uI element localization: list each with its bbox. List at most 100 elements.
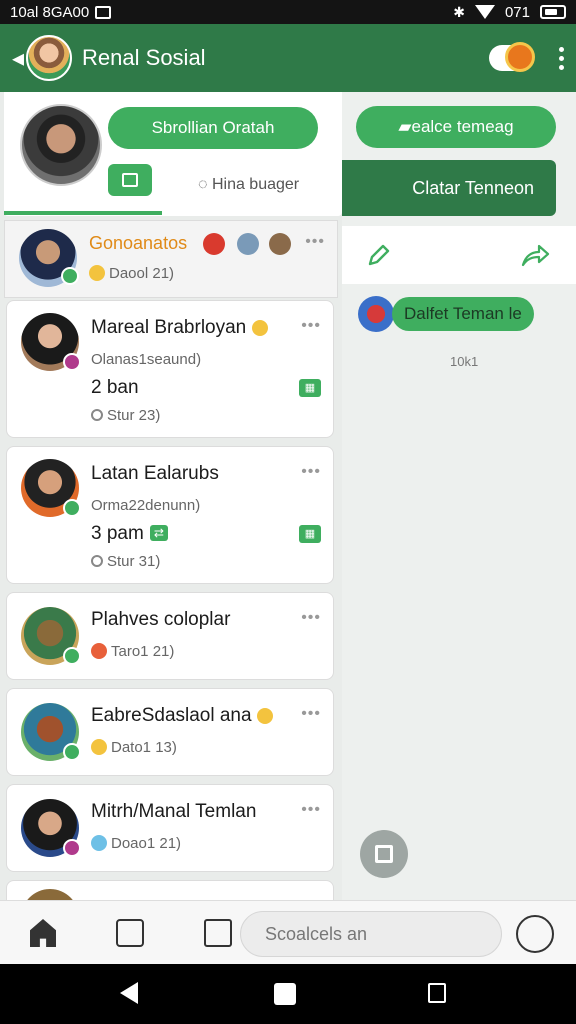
contact-name: EabreSdaslaol ana bbox=[91, 705, 277, 727]
compose-icon bbox=[375, 845, 393, 863]
back-arrow-icon[interactable]: ◂ bbox=[12, 44, 24, 73]
contact-name: Mitrh/Manal Temlan bbox=[91, 801, 257, 822]
notification-icon bbox=[95, 5, 112, 19]
more-options-icon[interactable]: ••• bbox=[301, 609, 321, 627]
compose-fab[interactable] bbox=[360, 830, 408, 878]
app-bar: ◂ Renal Sosial bbox=[0, 24, 576, 92]
bluetooth-icon: ✱ bbox=[453, 3, 465, 20]
tab-indicator bbox=[4, 211, 162, 215]
emoji-icon bbox=[91, 835, 107, 851]
more-options-icon[interactable]: ••• bbox=[301, 801, 321, 819]
member-avatar bbox=[237, 233, 259, 255]
toggle-knob-icon bbox=[505, 42, 535, 72]
contact-card[interactable]: Gonoanatos ••• Daool 21) bbox=[4, 220, 338, 298]
status-toggle[interactable] bbox=[489, 42, 535, 72]
profile-avatar[interactable] bbox=[26, 35, 73, 81]
chat-chip[interactable]: Dalfet Teman le bbox=[358, 296, 534, 332]
top-action-button[interactable]: ▰ ealce temeag bbox=[356, 106, 556, 148]
clock: 071 bbox=[504, 3, 530, 21]
chat-avatar bbox=[358, 296, 394, 332]
online-badge bbox=[63, 353, 81, 371]
emoji-icon bbox=[91, 739, 107, 755]
status-bar: 10al 8GA00 ✱ 071 bbox=[0, 0, 576, 24]
carrier-text: 10al 8GA00 bbox=[10, 3, 90, 21]
contact-card[interactable]: Mitrh/Manal Temlan ••• Doao1 21) bbox=[6, 784, 334, 872]
contact-name: Latan Ealarubs bbox=[91, 463, 219, 484]
user-avatar[interactable] bbox=[20, 104, 102, 186]
message-button[interactable] bbox=[108, 164, 152, 196]
emoji-icon bbox=[251, 320, 268, 336]
contact-card[interactable]: EabreSdaslaol ana ••• Dato1 13) bbox=[6, 688, 334, 776]
pencil-icon[interactable] bbox=[366, 242, 392, 268]
grid-chip-icon[interactable]: ▦ bbox=[299, 525, 321, 543]
contact-avatar bbox=[21, 889, 79, 900]
member-avatar bbox=[269, 233, 291, 255]
search-input[interactable]: Scoalcels an bbox=[240, 911, 502, 957]
contact-card[interactable]: Mareal Brabrloyan ••• Olanas1seaund) 2 b… bbox=[6, 300, 334, 438]
online-badge bbox=[63, 647, 81, 665]
recent-apps-icon[interactable] bbox=[428, 983, 446, 1003]
right-panel: ▰ ealce temeag Clatar Tenneon Dalfet Tem… bbox=[342, 92, 576, 900]
online-badge bbox=[63, 499, 81, 517]
back-icon[interactable] bbox=[120, 982, 138, 1004]
send-icon[interactable] bbox=[516, 915, 554, 953]
home-icon[interactable] bbox=[30, 919, 56, 947]
grid-chip-icon[interactable]: ▦ bbox=[299, 379, 321, 397]
more-options-icon[interactable]: ••• bbox=[301, 317, 321, 335]
contact-meta-text: Stur 31) bbox=[107, 553, 161, 570]
share-icon[interactable] bbox=[520, 242, 550, 268]
online-badge bbox=[63, 839, 81, 857]
contact-card[interactable]: Plahves coloplar ••• Taro1 21) bbox=[6, 592, 334, 680]
contact-subtitle: Doao1 21) bbox=[91, 835, 181, 852]
emoji-icon bbox=[256, 708, 273, 724]
item-count: 2 ban bbox=[91, 377, 139, 398]
top-action-label: ealce temeag bbox=[411, 117, 514, 136]
profile-card: Sbrollian Oratah ◌ Hina buager bbox=[4, 92, 342, 216]
contact-name: Gonoanatos bbox=[89, 233, 188, 253]
emoji-icon bbox=[89, 265, 105, 281]
location-icon bbox=[91, 555, 103, 567]
profile-primary-button[interactable]: Sbrollian Oratah bbox=[108, 107, 318, 149]
wifi-icon bbox=[474, 5, 495, 19]
item-count: 3 pam ⇄ bbox=[91, 523, 168, 545]
contact-card[interactable] bbox=[6, 880, 334, 900]
contact-subtitle: Olanas1seaund) bbox=[91, 351, 202, 368]
contact-subtitle-text: Daool 21) bbox=[109, 265, 175, 282]
bottom-bar: Scoalcels an bbox=[0, 900, 576, 964]
contact-meta: Stur 31) bbox=[91, 553, 160, 570]
location-icon bbox=[91, 409, 103, 421]
contact-subtitle: Orma22denunn) bbox=[91, 497, 201, 514]
app-title: Renal Sosial bbox=[82, 45, 206, 70]
more-options-icon[interactable]: ••• bbox=[305, 233, 325, 251]
more-options-icon[interactable]: ••• bbox=[301, 463, 321, 481]
tool-row bbox=[342, 226, 576, 284]
more-options-icon[interactable]: ••• bbox=[301, 705, 321, 723]
profile-link-label: Hina buager bbox=[211, 176, 300, 193]
message-icon bbox=[122, 173, 138, 187]
item-count-text: 3 pam bbox=[91, 523, 144, 544]
battery-icon bbox=[540, 5, 566, 19]
online-badge bbox=[61, 267, 79, 285]
profile-link[interactable]: ◌ Hina buager bbox=[198, 176, 299, 194]
main-action-button[interactable]: Clatar Tenneon bbox=[342, 160, 556, 216]
count-text: 10k1 bbox=[450, 354, 479, 369]
reaction-icon bbox=[203, 233, 225, 255]
system-nav-bar bbox=[0, 964, 576, 1024]
contact-name: Mareal Brabrloyan bbox=[91, 317, 272, 339]
more-menu-icon[interactable] bbox=[559, 46, 564, 70]
swap-icon[interactable]: ⇄ bbox=[149, 525, 168, 541]
contact-meta: Stur 23) bbox=[91, 407, 160, 424]
contact-subtitle: Taro1 21) bbox=[91, 643, 174, 660]
bag-icon[interactable] bbox=[116, 919, 144, 947]
contact-subtitle-text: Doao1 21) bbox=[111, 835, 182, 852]
contact-name-text: Mareal Brabrloyan bbox=[91, 317, 247, 338]
contact-name-text: EabreSdaslaol ana bbox=[91, 705, 252, 726]
contact-card[interactable]: Latan Ealarubs ••• Orma22denunn) 3 pam ⇄ … bbox=[6, 446, 334, 584]
box-icon[interactable] bbox=[204, 919, 232, 947]
chat-label: Dalfet Teman le bbox=[392, 297, 534, 331]
emoji-icon bbox=[91, 643, 107, 659]
contact-subtitle-text: Taro1 21) bbox=[111, 643, 175, 660]
home-button-icon[interactable] bbox=[274, 983, 296, 1005]
online-badge bbox=[63, 743, 81, 761]
left-panel: Sbrollian Oratah ◌ Hina buager Gonoanato… bbox=[4, 92, 342, 900]
